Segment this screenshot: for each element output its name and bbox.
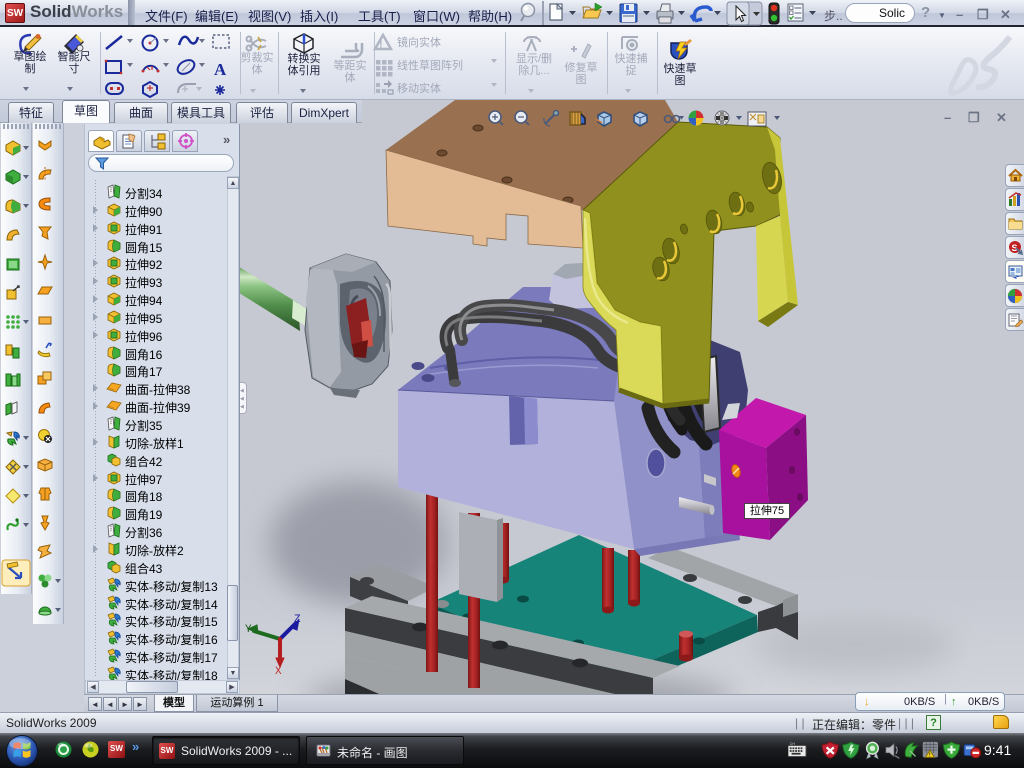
svg-text:Y: Y [245,624,252,636]
svg-text:!: ! [379,39,383,51]
svg-text:X: X [275,666,282,678]
svg-text:A: A [214,60,227,79]
svg-text:!: ! [929,752,931,758]
svg-text:CH: CH [790,742,796,746]
svg-text:Z: Z [294,614,301,626]
